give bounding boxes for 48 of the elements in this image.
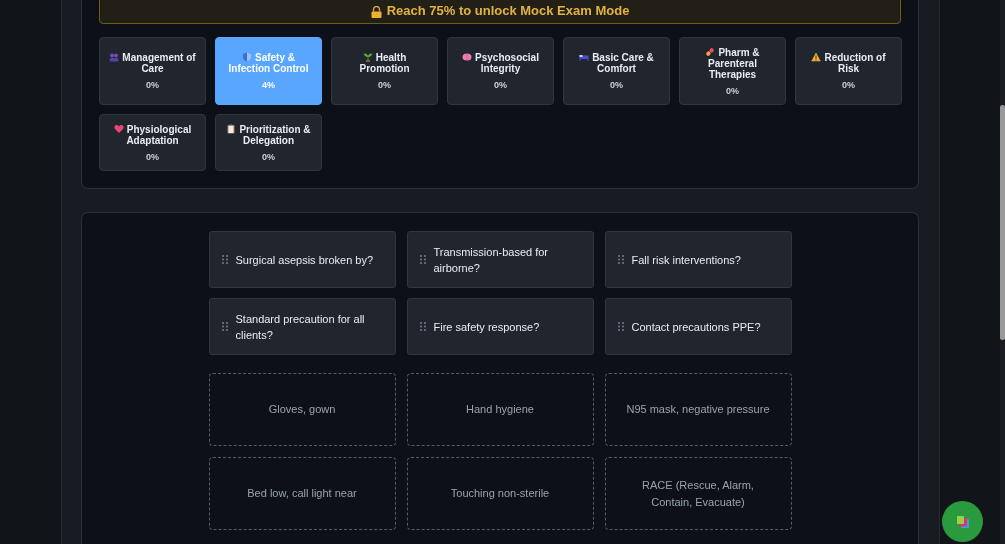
answer-drop-zone[interactable]: Touching non-sterile [406, 457, 594, 530]
drag-handle-icon [221, 255, 228, 264]
question-card[interactable]: Transmission-based for airborne? [406, 231, 594, 288]
category-tile[interactable]: Basic Care & Comfort 0% [563, 37, 670, 105]
brain-icon [462, 52, 473, 62]
category-tile[interactable]: Reduction of Risk 0% [795, 37, 902, 105]
question-card[interactable]: Surgical asepsis broken by? [208, 231, 396, 288]
category-tile[interactable]: Physiological Adaptation 0% [99, 114, 206, 171]
clipboard-icon [226, 123, 237, 134]
drag-handle-icon [221, 322, 228, 331]
category-tile[interactable]: Prioritization & Delegation 0% [215, 114, 322, 171]
lock-icon [370, 6, 382, 18]
category-percent: 0% [726, 85, 739, 96]
category-percent: 0% [842, 80, 855, 90]
question-card[interactable]: Contact precautions PPE? [604, 298, 792, 355]
banner-text: Reach 75% to unlock Mock Exam Mode [386, 3, 630, 18]
people-icon [109, 52, 120, 62]
category-percent: 0% [146, 151, 159, 162]
drag-handle-icon [617, 322, 624, 331]
cards-icon [955, 514, 970, 529]
category-percent: 4% [262, 80, 275, 90]
question-card[interactable]: Fall risk interventions? [604, 231, 792, 288]
pill-icon [705, 46, 716, 57]
category-percent: 0% [494, 80, 507, 90]
answer-drop-zone[interactable]: RACE (Rescue, Alarm, Contain, Evacuate) [604, 457, 792, 530]
category-percent: 0% [610, 80, 623, 90]
drag-handle-icon [419, 255, 426, 264]
category-tile[interactable]: Psychosocial Integrity 0% [447, 37, 554, 105]
category-percent: 0% [146, 80, 159, 90]
answer-drop-zone[interactable]: N95 mask, negative pressure [604, 373, 792, 446]
question-card[interactable]: Standard precaution for all clients? [208, 298, 396, 355]
drag-handle-icon [617, 255, 624, 264]
seedling-icon [362, 52, 373, 62]
category-tile[interactable]: Health Promotion 0% [331, 37, 438, 105]
answer-drop-zone[interactable]: Hand hygiene [406, 373, 594, 446]
category-tile[interactable]: Management of Care 0% [99, 37, 206, 105]
category-tile[interactable]: Pharm & Parenteral Therapies 0% [679, 37, 786, 105]
question-card[interactable]: Fire safety response? [406, 298, 594, 355]
answer-drop-zone[interactable]: Gloves, gown [208, 373, 396, 446]
heart-icon [113, 123, 124, 134]
scrollbar-thumb[interactable] [1000, 105, 1005, 340]
bed-icon [579, 52, 590, 62]
category-percent: 0% [262, 151, 275, 162]
warning-icon [811, 52, 822, 62]
shield-icon [242, 52, 252, 62]
drag-handle-icon [419, 322, 426, 331]
answer-drop-zone[interactable]: Bed low, call light near [208, 457, 396, 530]
category-percent: 0% [378, 80, 391, 90]
